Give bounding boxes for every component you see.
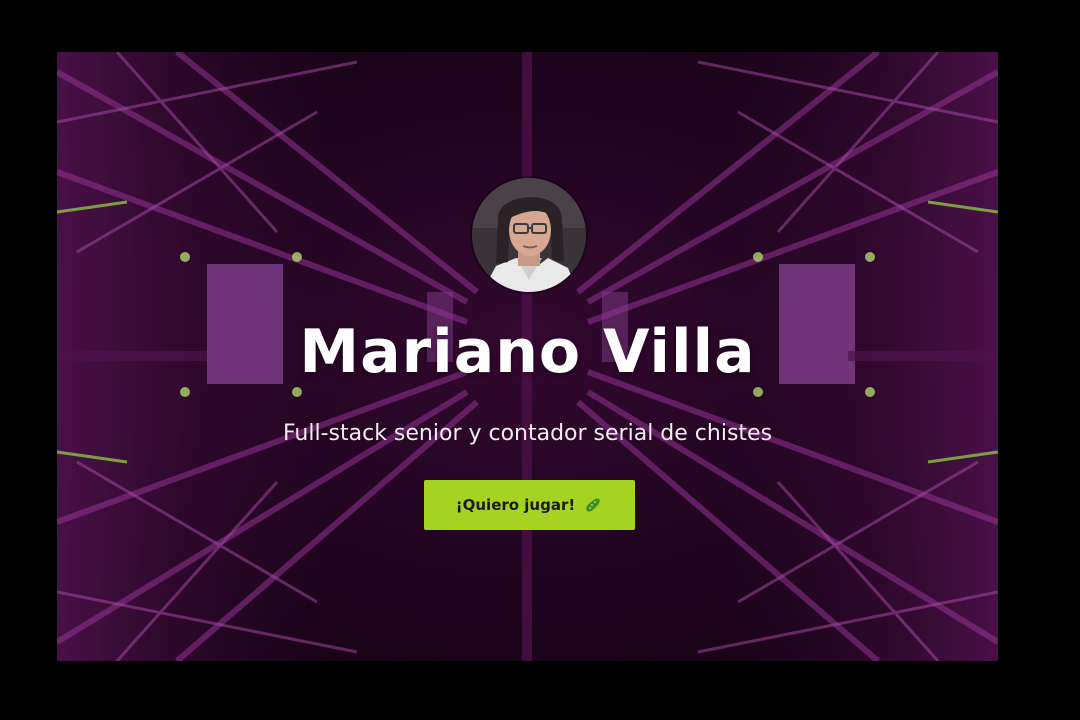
play-button-label: ¡Quiero jugar! xyxy=(455,496,576,514)
pickle-icon xyxy=(583,495,603,515)
avatar xyxy=(472,178,586,292)
hero-content: Mariano Villa Full-stack senior y contad… xyxy=(57,52,998,661)
play-button[interactable]: ¡Quiero jugar! xyxy=(424,480,635,530)
hero-section: Mariano Villa Full-stack senior y contad… xyxy=(57,52,998,661)
portrait-avatar-icon xyxy=(472,178,586,292)
profile-tagline: Full-stack senior y contador serial de c… xyxy=(282,421,773,446)
profile-name: Mariano Villa xyxy=(299,317,756,387)
